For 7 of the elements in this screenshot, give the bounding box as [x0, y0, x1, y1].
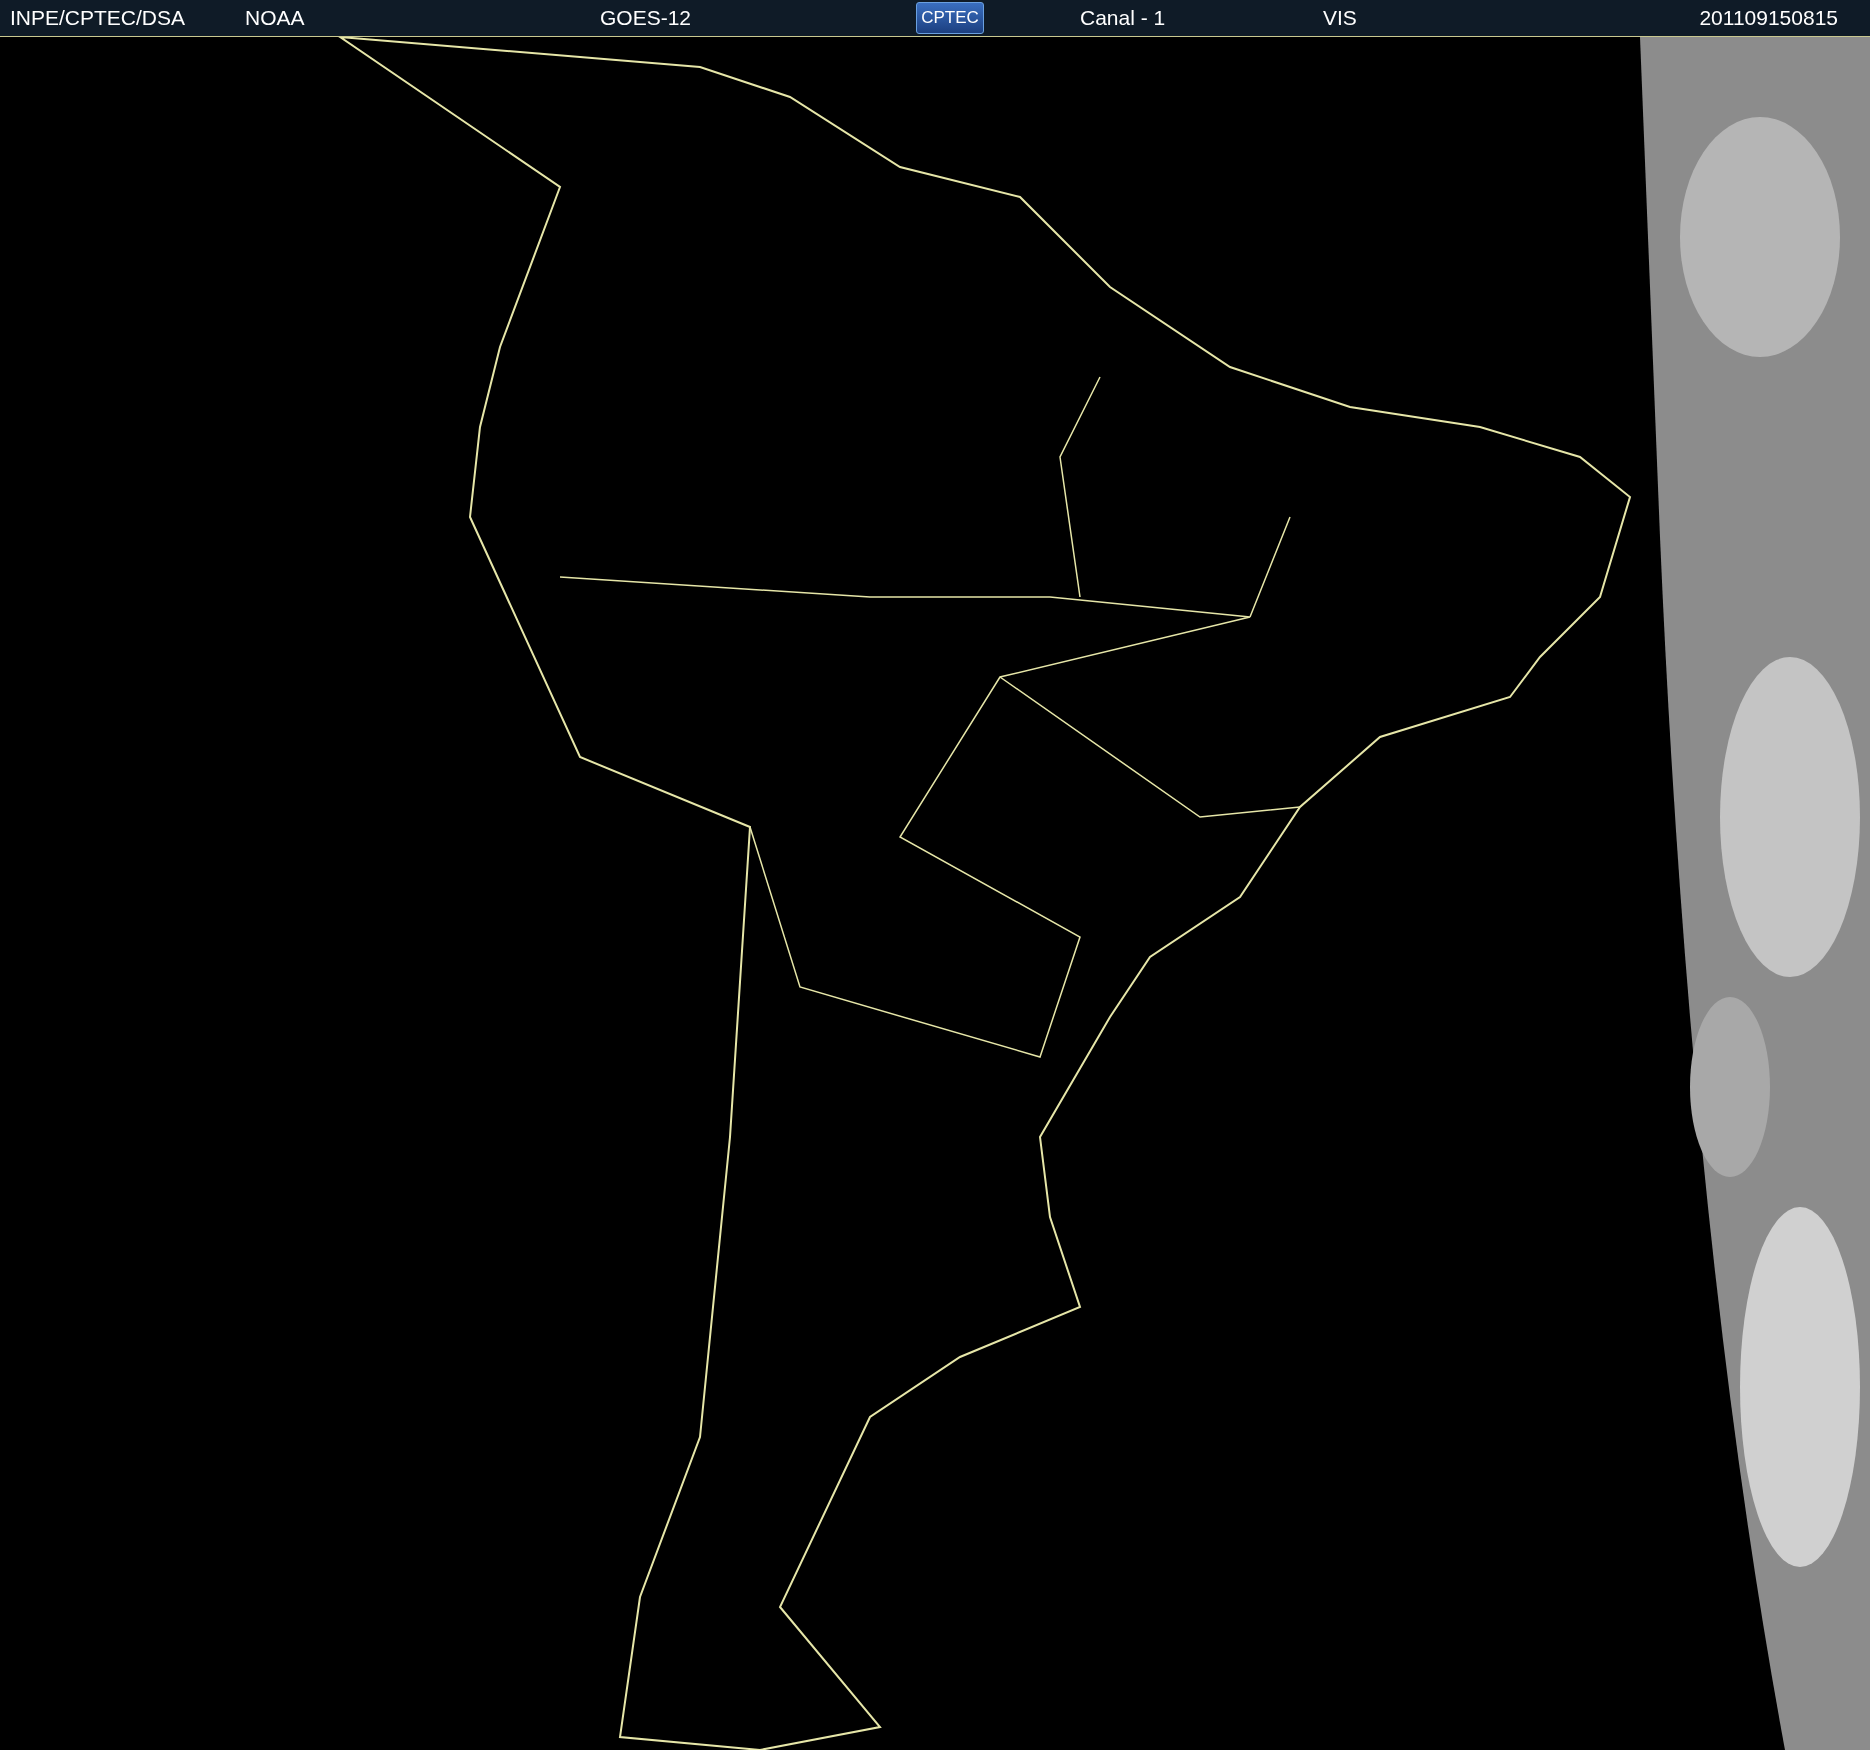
- band-label: VIS: [1323, 6, 1358, 30]
- source-label: INPE/CPTEC/DSA: [10, 6, 187, 30]
- agency-label: NOAA: [245, 6, 306, 30]
- satellite-label: GOES-12: [600, 6, 693, 30]
- logo: CPTEC: [916, 2, 984, 34]
- timestamp-label: 201109150815: [1699, 6, 1839, 30]
- channel-label: Canal - 1: [1080, 6, 1167, 30]
